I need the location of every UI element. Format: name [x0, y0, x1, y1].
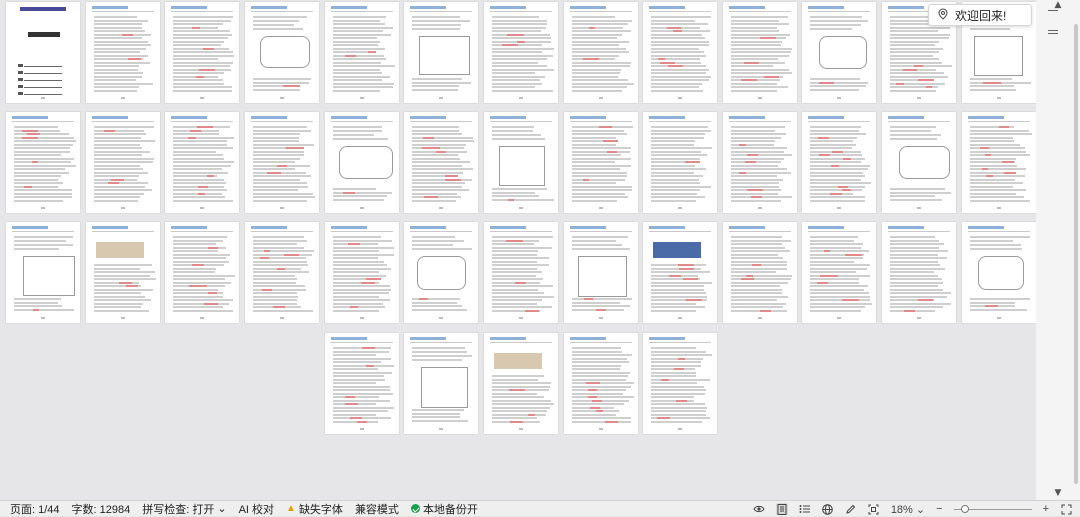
page-thumbnail[interactable] — [6, 222, 80, 323]
web-globe-icon[interactable] — [822, 503, 834, 515]
page-thumbnail[interactable] — [723, 2, 797, 103]
page-thumbnail[interactable] — [643, 112, 717, 213]
fullscreen-icon[interactable] — [1060, 503, 1072, 515]
page-thumbnail[interactable] — [564, 222, 638, 323]
page-thumbnail[interactable] — [564, 333, 638, 434]
outline-icon[interactable] — [799, 503, 811, 515]
document-canvas[interactable] — [0, 0, 1036, 500]
vertical-scrollbar[interactable]: ▲ ▼ — [1036, 0, 1080, 500]
page-thumbnail[interactable] — [245, 222, 319, 323]
page-thumbnail[interactable] — [245, 112, 319, 213]
word-count[interactable]: 字数: 12984 — [72, 501, 131, 517]
page-view-icon[interactable] — [775, 503, 788, 515]
page-thumbnail[interactable] — [165, 112, 239, 213]
page-thumbnail[interactable] — [86, 112, 160, 213]
page-thumbnail[interactable] — [325, 222, 399, 323]
warning-icon: ▲ — [286, 503, 296, 514]
page-thumbnail[interactable] — [6, 112, 80, 213]
zoom-slider[interactable] — [953, 503, 1032, 515]
chevron-down-icon: ⌄ — [915, 503, 926, 516]
toolbar-dash — [1048, 10, 1058, 11]
page-thumbnail[interactable] — [404, 222, 478, 323]
page-thumbnail[interactable] — [165, 222, 239, 323]
location-pin-icon — [937, 7, 949, 23]
page-thumbnail[interactable] — [723, 112, 797, 213]
page-thumbnail[interactable] — [245, 2, 319, 103]
scroll-up-icon[interactable]: ▲ — [1036, 0, 1080, 10]
toolbar-dash — [1048, 30, 1058, 31]
toolbar-dash — [1048, 33, 1058, 34]
page-thumbnail[interactable] — [802, 112, 876, 213]
status-bar: 页面: 1/44 字数: 12984 拼写检查: 打开 ⌄ AI 校对 ▲ 缺失… — [0, 500, 1080, 516]
page-thumbnail[interactable] — [86, 2, 160, 103]
page-thumbnail[interactable] — [802, 222, 876, 323]
zoom-in-button[interactable]: + — [1043, 503, 1049, 515]
page-thumbnail[interactable] — [962, 112, 1036, 213]
compat-mode-label[interactable]: 兼容模式 — [355, 501, 399, 517]
page-thumbnail[interactable] — [484, 112, 558, 213]
chevron-down-icon: ⌄ — [217, 503, 227, 515]
page-thumbnail[interactable] — [962, 222, 1036, 323]
scroll-down-icon[interactable]: ▼ — [1036, 488, 1080, 498]
page-thumbnail[interactable] — [564, 2, 638, 103]
page-thumbnail[interactable] — [325, 333, 399, 434]
page-thumbnail[interactable] — [643, 2, 717, 103]
page-thumbnail[interactable] — [404, 2, 478, 103]
page-thumbnail[interactable] — [165, 2, 239, 103]
page-thumbnail[interactable] — [882, 112, 956, 213]
page-thumbnail[interactable] — [404, 112, 478, 213]
eye-icon[interactable] — [753, 503, 765, 515]
page-thumbnail[interactable] — [643, 333, 717, 434]
page-thumbnail[interactable] — [882, 222, 956, 323]
zoom-out-button[interactable]: − — [936, 503, 942, 515]
zoom-slider-knob[interactable] — [960, 505, 969, 513]
pen-icon[interactable] — [845, 503, 857, 515]
page-thumbnail[interactable] — [6, 2, 80, 103]
page-thumbnail[interactable] — [404, 333, 478, 434]
ai-proofread-button[interactable]: AI 校对 — [239, 501, 274, 517]
toast-text: 欢迎回来! — [955, 8, 1007, 23]
page-thumbnail[interactable] — [325, 2, 399, 103]
page-thumbnail[interactable] — [484, 2, 558, 103]
page-indicator[interactable]: 页面: 1/44 — [10, 501, 60, 517]
zoom-level[interactable]: 18% ⌄ — [891, 503, 925, 516]
spell-check-toggle[interactable]: 拼写检查: 打开 ⌄ — [142, 501, 226, 517]
fit-page-icon[interactable] — [868, 503, 880, 515]
welcome-toast[interactable]: 欢迎回来! — [928, 4, 1032, 26]
page-thumbnail[interactable] — [802, 2, 876, 103]
page-thumbnail[interactable] — [723, 222, 797, 323]
scrollbar-thumb[interactable] — [1074, 24, 1078, 484]
page-thumbnail[interactable] — [325, 112, 399, 213]
missing-fonts-button[interactable]: ▲ 缺失字体 — [286, 501, 343, 517]
page-thumbnail[interactable] — [484, 333, 558, 434]
page-thumbnail[interactable] — [643, 222, 717, 323]
page-thumbnail[interactable] — [564, 112, 638, 213]
page-thumbnail[interactable] — [86, 222, 160, 323]
check-circle-icon — [410, 504, 420, 513]
page-thumbnail[interactable] — [484, 222, 558, 323]
local-backup-status[interactable]: 本地备份开 — [410, 501, 478, 517]
